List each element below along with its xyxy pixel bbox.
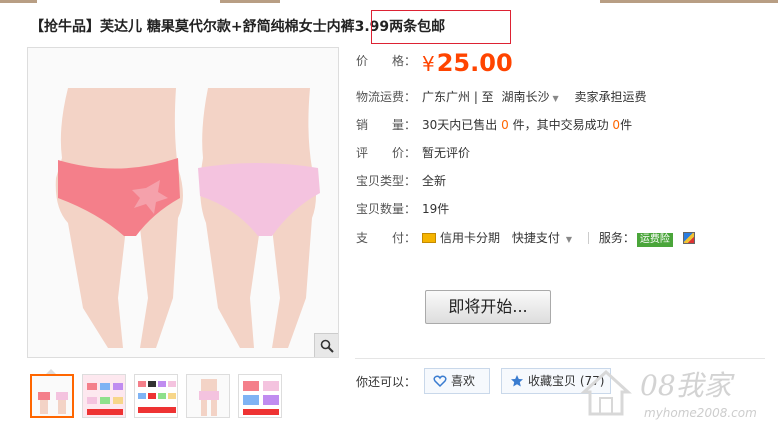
top-bar (0, 0, 778, 5)
top-bar-segment (0, 0, 37, 3)
chevron-down-icon: ▼ (565, 235, 573, 244)
credit-card-icon (422, 233, 436, 243)
review-label: 评 价： (356, 146, 417, 160)
like-label: 喜欢 (451, 374, 476, 388)
thumbnail[interactable] (186, 374, 230, 418)
price: ¥25.00 (422, 49, 513, 77)
quantity-value: 19件 (422, 202, 450, 216)
type-row: 宝贝类型： 全新 (356, 172, 446, 189)
price-value: 25.00 (436, 49, 513, 77)
watermark-line2: myhome2008.com (644, 406, 757, 420)
heart-icon (433, 375, 447, 388)
star-icon (511, 375, 523, 387)
pay-fast-select[interactable]: 快捷支付 ▼ (512, 231, 572, 245)
pay-fast: 快捷支付 (511, 231, 560, 245)
shipping-to-select[interactable]: 湖南长沙 ▼ (502, 90, 559, 104)
thumbnail[interactable] (238, 374, 282, 418)
price-label: 价 格： (356, 54, 417, 68)
thumbnail[interactable] (134, 374, 178, 418)
product-photo (28, 48, 338, 357)
thumbnail[interactable] (82, 374, 126, 418)
zoom-button[interactable] (314, 333, 338, 357)
title-highlight-box (371, 10, 511, 44)
sales-prefix: 30天内已售出 (422, 118, 498, 132)
sales-row: 销 量： 30天内已售出 0 件，其中交易成功 0件 (356, 116, 632, 133)
start-button[interactable]: 即将开始... (425, 290, 551, 324)
sales-count: 0 (501, 118, 509, 132)
type-label: 宝贝类型： (356, 174, 417, 188)
sales-label: 销 量： (356, 118, 417, 132)
top-bar-segment (220, 0, 280, 3)
sales-mid: 件，其中交易成功 (512, 118, 609, 132)
shipping-note: 卖家承担运费 (574, 90, 647, 104)
pay-credit-link[interactable]: 信用卡分期 (440, 231, 500, 245)
thumbnail[interactable] (30, 374, 74, 418)
payment-label: 支 付： (356, 231, 417, 245)
review-row: 评 价： 暂无评价 (356, 144, 470, 161)
payment-row: 支 付： 信用卡分期 快捷支付 ▼ 服务： 运费险 (356, 229, 695, 247)
review-value: 暂无评价 (422, 146, 471, 160)
thumbnail-strip (30, 374, 282, 418)
service-label: 服务： (598, 231, 635, 245)
watermark-line1: 08我家 (640, 369, 732, 402)
watermark-logo: 08我家 myhome2008.com (576, 352, 776, 432)
chevron-down-icon: ▼ (552, 94, 559, 103)
quantity-label: 宝贝数量： (356, 202, 417, 216)
quantity-row: 宝贝数量： 19件 (356, 200, 449, 217)
shipping-from: 广东广州 | 至 (422, 90, 494, 104)
shipping-row: 物流运费： 广东广州 | 至 湖南长沙 ▼ 卖家承担运费 (356, 88, 647, 105)
price-row: 价 格： ¥25.00 (356, 49, 513, 77)
also-can-label: 你还可以： (356, 375, 417, 389)
type-value: 全新 (422, 174, 447, 188)
shipping-to: 湖南长沙 (501, 90, 550, 104)
sales-suffix: 件 (620, 118, 633, 132)
service-icon[interactable] (682, 232, 695, 244)
main-product-image[interactable] (27, 47, 339, 358)
zoom-icon (320, 339, 334, 353)
shipping-label: 物流运费： (356, 90, 417, 104)
top-bar-segment (600, 0, 778, 3)
price-symbol: ¥ (422, 52, 435, 76)
like-button[interactable]: 喜欢 (424, 368, 490, 394)
divider (587, 232, 589, 244)
shipping-insurance-badge[interactable]: 运费险 (636, 233, 673, 247)
sales-success-count: 0 (612, 118, 621, 132)
